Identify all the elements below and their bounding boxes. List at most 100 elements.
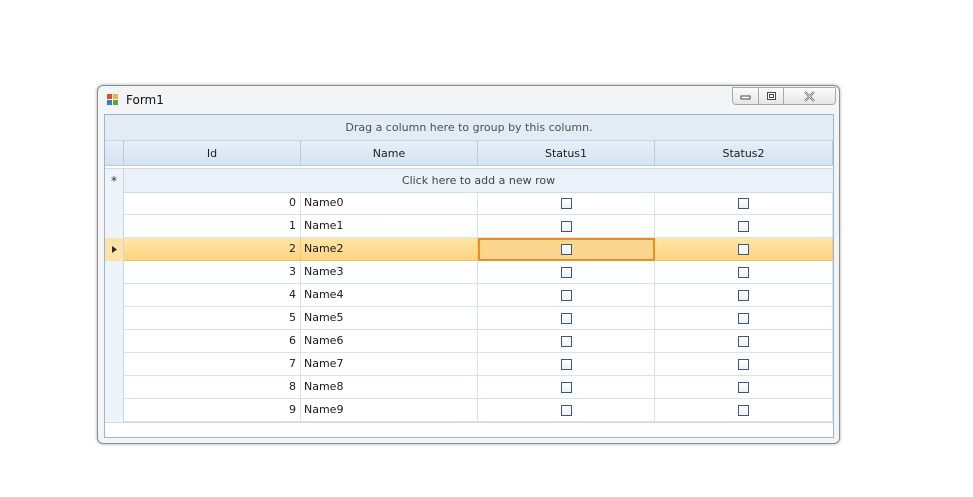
cell-id[interactable]: 1 xyxy=(124,215,301,238)
checkbox[interactable] xyxy=(560,266,572,278)
cell-status2 xyxy=(655,192,833,215)
checkbox[interactable] xyxy=(738,243,749,255)
cell-id[interactable]: 8 xyxy=(124,376,301,399)
row-indicator[interactable] xyxy=(105,261,124,284)
table-row[interactable]: 6 Name6 xyxy=(105,330,833,353)
cell-status2 xyxy=(655,399,833,422)
row-indicator[interactable] xyxy=(105,215,124,238)
title-bar[interactable]: Form1 xyxy=(98,86,839,113)
row-indicator[interactable] xyxy=(105,376,124,399)
cell-status2 xyxy=(655,353,833,376)
form1-window: Form1 Drag a column here to group by thi… xyxy=(97,85,840,444)
checkbox[interactable] xyxy=(560,289,572,301)
cell-name[interactable]: Name3 xyxy=(301,261,478,284)
close-button[interactable] xyxy=(783,87,836,105)
checkbox[interactable] xyxy=(738,381,749,393)
checkbox[interactable] xyxy=(738,404,749,416)
row-indicator[interactable] xyxy=(105,284,124,307)
cell-id[interactable]: 0 xyxy=(124,192,301,215)
table-row[interactable]: 3 Name3 xyxy=(105,261,833,284)
table-row[interactable]: 9 Name9 xyxy=(105,399,833,422)
column-header-name[interactable]: Name xyxy=(301,141,478,166)
cell-status1 xyxy=(478,376,655,399)
cell-id[interactable]: 6 xyxy=(124,330,301,353)
cell-name[interactable]: Name5 xyxy=(301,307,478,330)
cell-id[interactable]: 5 xyxy=(124,307,301,330)
cell-name[interactable]: Name6 xyxy=(301,330,478,353)
table-row[interactable]: 5 Name5 xyxy=(105,307,833,330)
checkbox[interactable] xyxy=(560,312,572,324)
checkbox[interactable] xyxy=(560,335,572,347)
cell-status1 xyxy=(478,307,655,330)
row-indicator[interactable] xyxy=(105,192,124,215)
column-header-row: Id Name Status1 Status2 xyxy=(105,141,833,166)
cell-id[interactable]: 9 xyxy=(124,399,301,422)
checkbox[interactable] xyxy=(738,266,749,278)
group-by-panel[interactable]: Drag a column here to group by this colu… xyxy=(105,115,833,141)
checkbox[interactable] xyxy=(560,404,572,416)
row-indicator[interactable] xyxy=(105,330,124,353)
checkbox[interactable] xyxy=(738,312,749,324)
table-row[interactable]: 0 Name0 xyxy=(105,192,833,215)
cell-status2 xyxy=(655,261,833,284)
cell-id[interactable]: 2 xyxy=(124,238,301,261)
asterisk-icon: * xyxy=(111,173,117,188)
table-row[interactable]: 7 Name7 xyxy=(105,353,833,376)
cell-status1 xyxy=(478,284,655,307)
cell-status2 xyxy=(655,376,833,399)
header-corner xyxy=(105,141,124,166)
cell-name[interactable]: Name8 xyxy=(301,376,478,399)
row-indicator[interactable] xyxy=(105,399,124,422)
row-indicator[interactable] xyxy=(105,353,124,376)
table-row[interactable]: 2 Name2 xyxy=(105,238,833,261)
cell-status1 xyxy=(478,330,655,353)
cell-status2 xyxy=(655,284,833,307)
cell-name[interactable]: Name2 xyxy=(301,238,478,261)
cell-status1 xyxy=(478,353,655,376)
window-title: Form1 xyxy=(126,93,164,107)
cell-id[interactable]: 3 xyxy=(124,261,301,284)
data-grid[interactable]: Drag a column here to group by this colu… xyxy=(104,114,834,438)
close-icon xyxy=(804,90,815,102)
row-indicator[interactable] xyxy=(105,307,124,330)
cell-status1 xyxy=(478,261,655,284)
checkbox[interactable] xyxy=(738,197,749,209)
cell-id[interactable]: 4 xyxy=(124,284,301,307)
cell-name[interactable]: Name7 xyxy=(301,353,478,376)
column-header-status2[interactable]: Status2 xyxy=(655,141,833,166)
checkbox[interactable] xyxy=(560,197,572,209)
new-row-indicator: * xyxy=(105,169,124,192)
cell-status2 xyxy=(655,307,833,330)
maximize-button[interactable] xyxy=(758,87,784,105)
column-header-id[interactable]: Id xyxy=(124,141,301,166)
checkbox[interactable] xyxy=(738,358,749,370)
cell-status2 xyxy=(655,330,833,353)
minimize-button[interactable] xyxy=(732,87,759,105)
row-indicator[interactable] xyxy=(105,238,124,261)
table-row[interactable]: 8 Name8 xyxy=(105,376,833,399)
table-row[interactable]: 1 Name1 xyxy=(105,215,833,238)
row-pointer-icon xyxy=(111,246,117,253)
checkbox[interactable] xyxy=(560,358,572,370)
checkbox[interactable] xyxy=(738,289,749,301)
cell-name[interactable]: Name0 xyxy=(301,192,478,215)
maximize-icon xyxy=(766,91,776,100)
checkbox[interactable] xyxy=(560,220,572,232)
checkbox[interactable] xyxy=(738,335,749,347)
table-row[interactable]: 4 Name4 xyxy=(105,284,833,307)
cell-name[interactable]: Name1 xyxy=(301,215,478,238)
window-controls xyxy=(732,87,837,106)
cell-status2 xyxy=(655,238,833,261)
new-row[interactable]: * Click here to add a new row xyxy=(105,168,833,193)
cell-name[interactable]: Name9 xyxy=(301,399,478,422)
cell-name[interactable]: Name4 xyxy=(301,284,478,307)
add-new-row-prompt[interactable]: Click here to add a new row xyxy=(124,169,833,192)
cell-id[interactable]: 7 xyxy=(124,353,301,376)
checkbox[interactable] xyxy=(738,220,749,232)
checkbox[interactable] xyxy=(560,243,572,255)
cell-status1 xyxy=(478,215,655,238)
windows-forms-app-icon xyxy=(107,94,119,106)
checkbox[interactable] xyxy=(560,381,572,393)
column-header-status1[interactable]: Status1 xyxy=(478,141,655,166)
cell-status1 xyxy=(478,238,655,261)
